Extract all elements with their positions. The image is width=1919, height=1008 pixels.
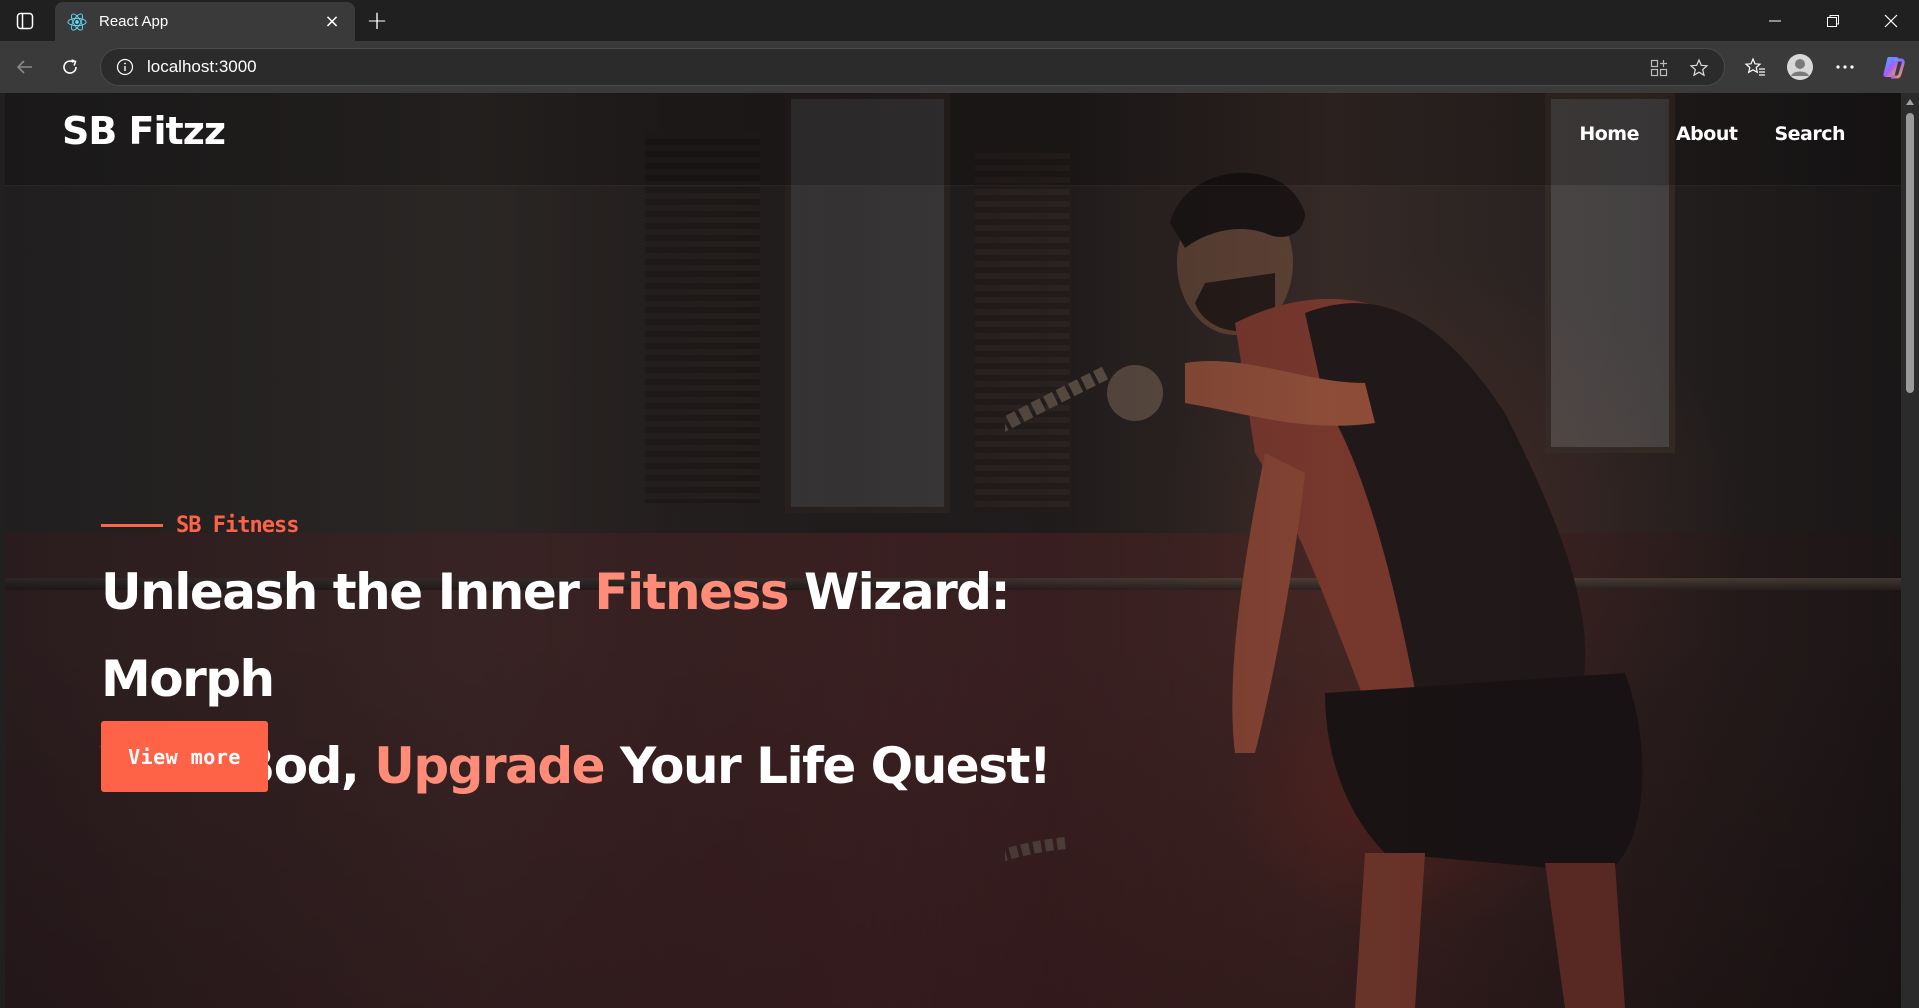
info-icon[interactable] xyxy=(115,57,135,77)
restore-icon[interactable] xyxy=(1806,0,1860,41)
browser-toolbar: localhost:3000 xyxy=(0,41,1919,93)
tab-title: React App xyxy=(99,13,169,30)
app-install-icon[interactable] xyxy=(1641,49,1677,87)
scroll-up-icon[interactable] xyxy=(1906,99,1914,105)
browser-tab-active[interactable]: React App × xyxy=(55,2,355,41)
more-icon[interactable] xyxy=(1828,50,1862,84)
url-text: localhost:3000 xyxy=(147,57,257,76)
copilot-icon[interactable] xyxy=(1876,50,1910,84)
site-header: SB Fitzz Home About Search xyxy=(5,93,1901,186)
page-scrollbar[interactable] xyxy=(1901,93,1919,1008)
headline-text: Your Life Quest! xyxy=(604,737,1052,795)
back-arrow-icon[interactable] xyxy=(8,50,42,84)
page-viewport: SB Fitzz Home About Search SB Fitness Un… xyxy=(5,93,1919,1008)
eyebrow-text: SB Fitness xyxy=(176,513,299,538)
scrollbar-thumb[interactable] xyxy=(1906,113,1914,393)
site-logo[interactable]: SB Fitzz xyxy=(62,109,226,153)
view-more-button[interactable]: View more xyxy=(101,721,268,792)
reload-icon[interactable] xyxy=(53,50,87,84)
nav-link-search[interactable]: Search xyxy=(1774,123,1845,145)
nav-link-about[interactable]: About xyxy=(1676,123,1738,145)
close-window-icon[interactable] xyxy=(1864,0,1918,41)
headline-text: Unleash the Inner xyxy=(101,563,595,621)
nav-link-home[interactable]: Home xyxy=(1579,123,1639,145)
headline-accent: Upgrade xyxy=(374,737,605,795)
star-icon[interactable] xyxy=(1681,49,1717,87)
headline-accent: Fitness xyxy=(594,563,789,621)
tab-actions-icon[interactable] xyxy=(12,8,38,34)
profile-icon[interactable] xyxy=(1783,50,1817,84)
plus-icon[interactable]: + xyxy=(362,6,392,36)
close-icon[interactable]: × xyxy=(321,11,343,33)
eyebrow-line xyxy=(101,524,163,527)
hero-eyebrow: SB Fitness xyxy=(101,513,299,538)
main-nav: Home About Search xyxy=(1579,123,1845,145)
minimize-icon[interactable] xyxy=(1748,0,1802,41)
favorites-icon[interactable] xyxy=(1738,50,1772,84)
address-bar[interactable]: localhost:3000 xyxy=(100,48,1725,86)
react-logo-icon xyxy=(67,12,87,32)
browser-tab-bar: React App × + xyxy=(0,0,1919,41)
